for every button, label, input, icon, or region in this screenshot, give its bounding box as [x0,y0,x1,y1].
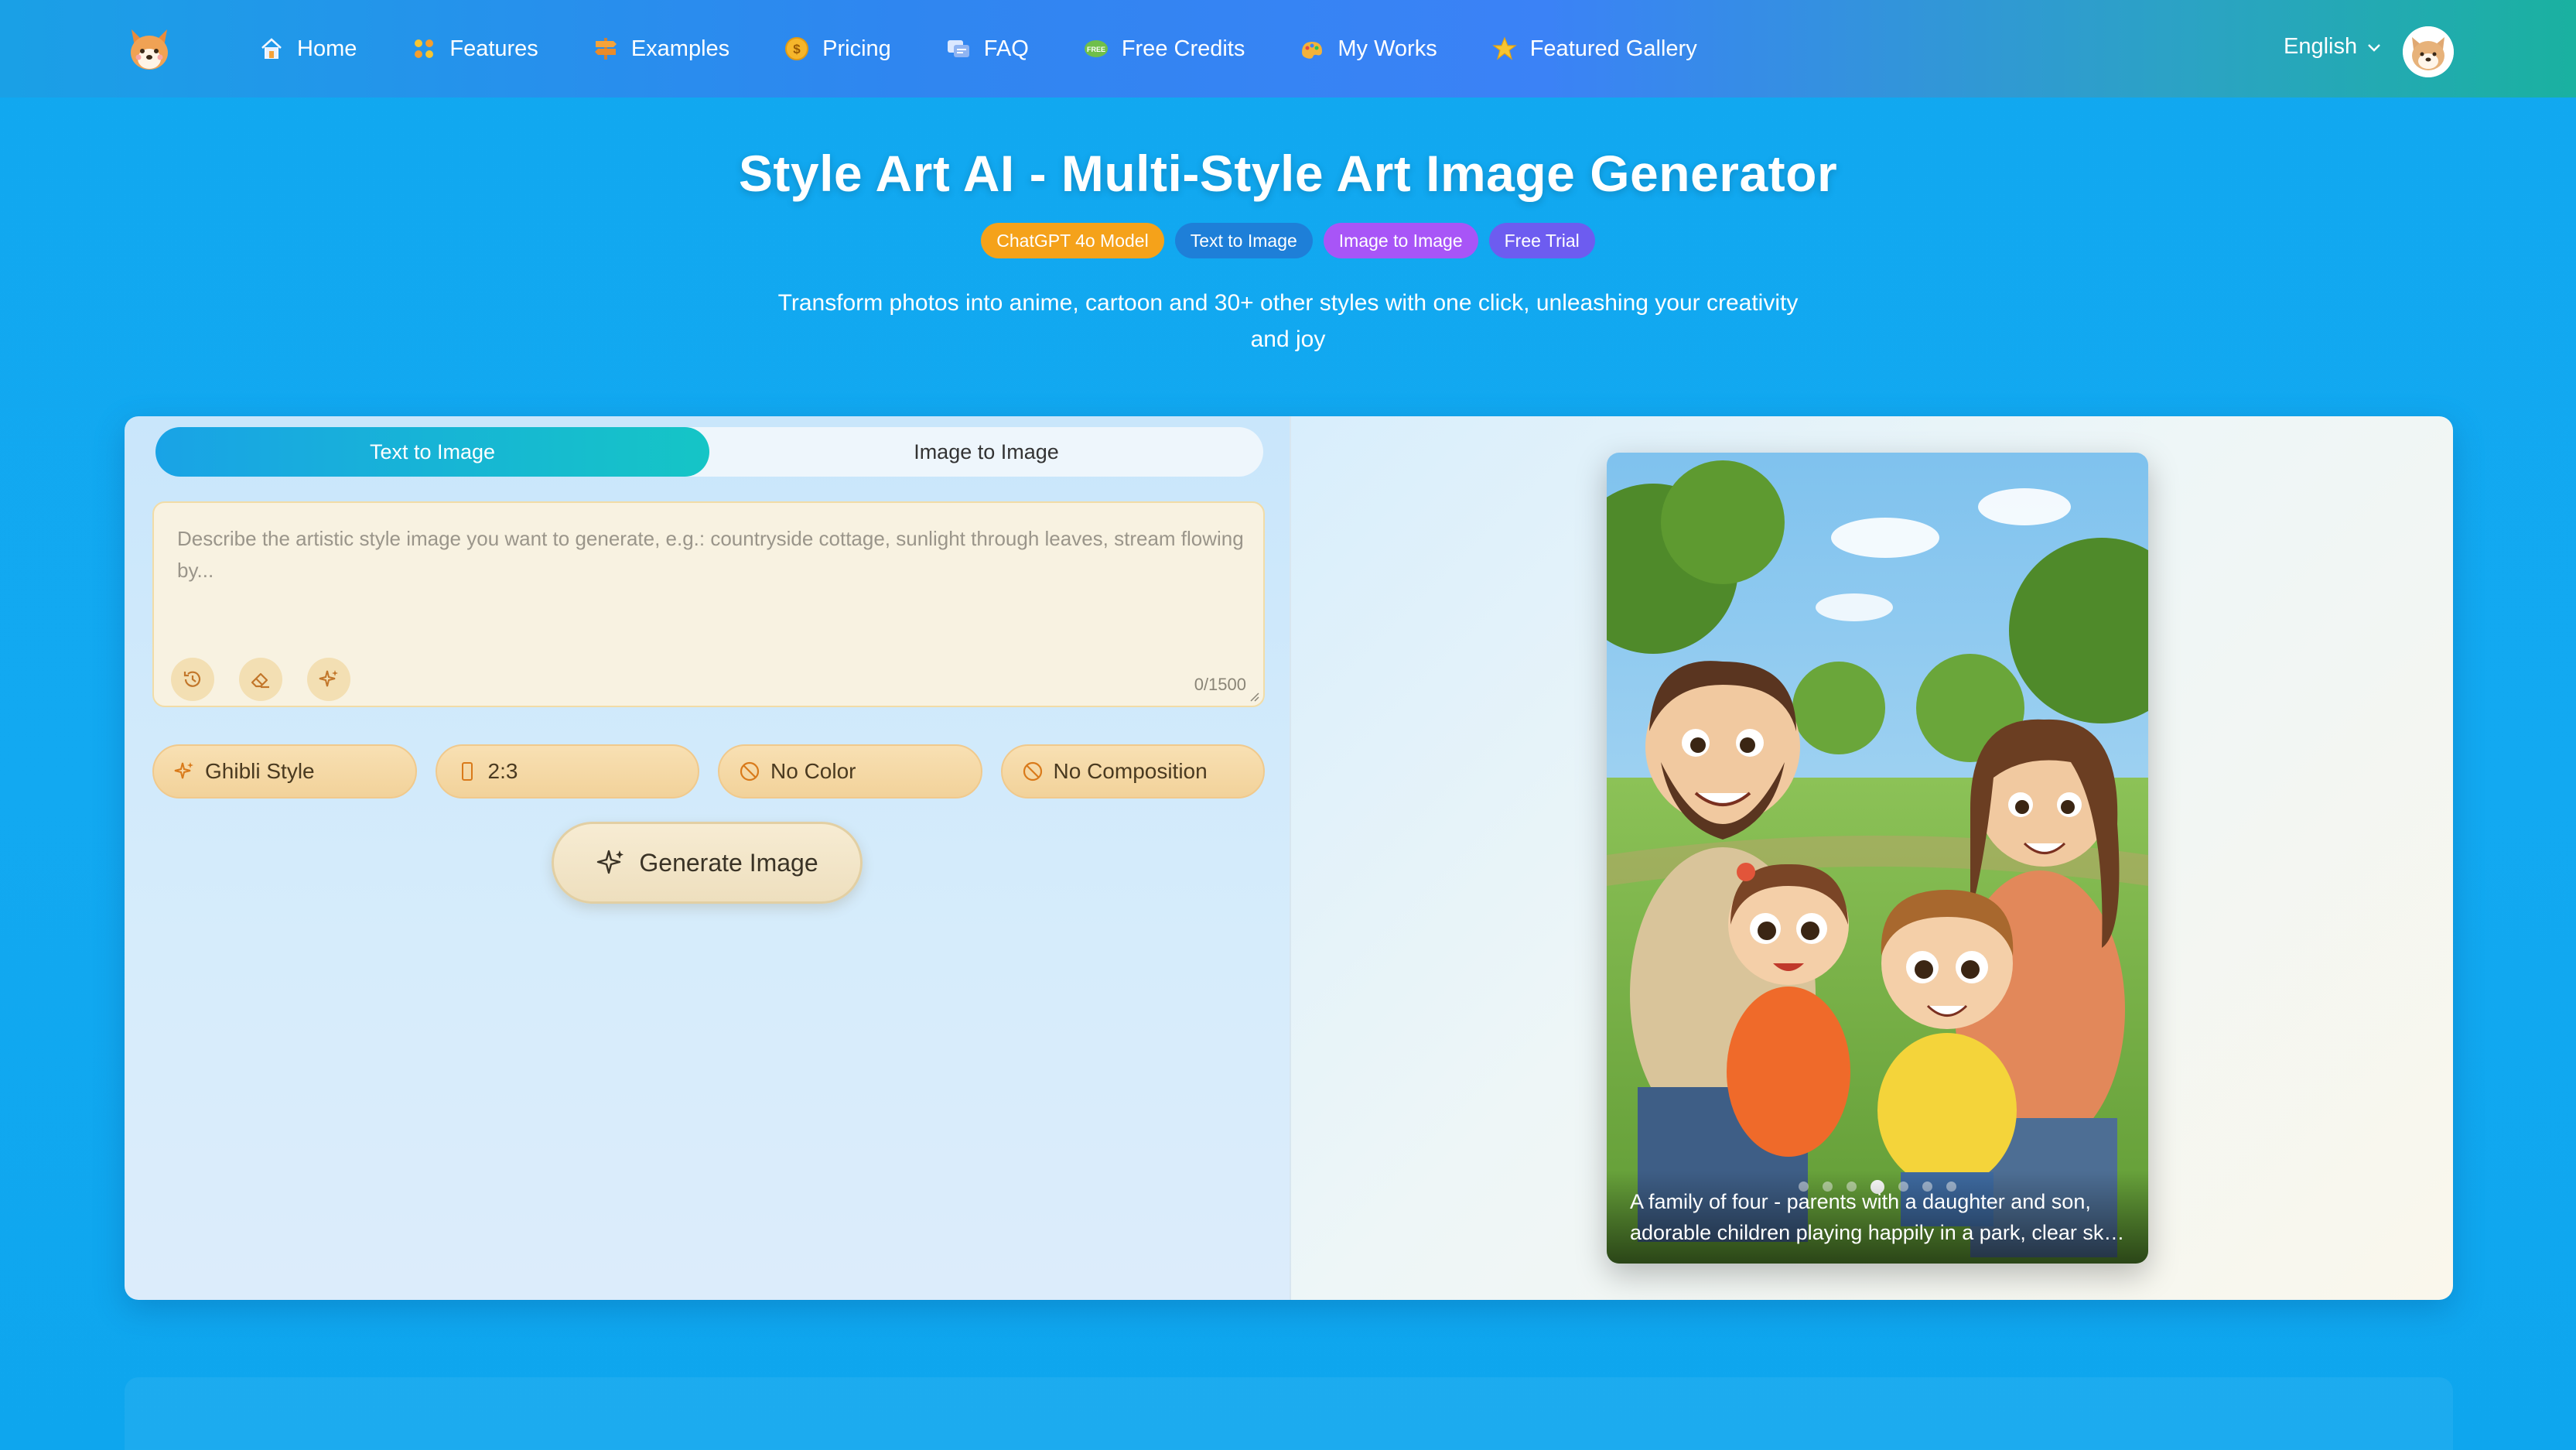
enhance-prompt-button[interactable] [307,658,350,701]
no-composition-icon [1023,761,1042,781]
nav-pricing-label: Pricing [822,36,891,61]
language-selector[interactable]: English [2284,34,2383,60]
generate-image-label: Generate Image [639,848,818,877]
style-select[interactable]: Ghibli Style [152,744,417,799]
history-icon [183,671,201,687]
language-label: English [2284,34,2358,59]
svg-text:FREE: FREE [1087,46,1105,53]
faq-icon [947,40,969,57]
badge-image-to-image: Image to Image [1323,223,1478,258]
palette-icon [1302,42,1323,59]
ratio-value: 2:3 [487,759,518,783]
nav-home-label: Home [297,36,357,61]
grid-icon [415,39,434,58]
eraser-icon [251,672,269,689]
caption-text: A family of four - parents with a daught… [1630,1190,2114,1244]
ratio-select[interactable]: 2:3 [435,744,699,799]
nav-faq[interactable]: FAQ [945,0,1029,97]
composition-value: No Composition [1053,759,1208,783]
nav-my-works-label: My Works [1338,36,1437,61]
preview-panel: A family of four - parents with a daught… [1290,416,2453,1300]
home-icon [261,38,282,59]
chevron-down-icon [2368,43,2381,52]
resize-grip-icon[interactable] [1249,692,1260,703]
generate-image-button[interactable]: Generate Image [552,822,863,904]
tab-text-to-image[interactable]: Text to Image [155,427,709,477]
badge-free-trial: Free Trial [1488,223,1595,258]
generator-panel: Text to Image Image to Image 0/1500 Ghib… [125,416,1290,1300]
nav-examples[interactable]: Examples [593,0,729,97]
nav-featured-gallery-label: Featured Gallery [1529,36,1697,61]
star-icon [1491,36,1517,60]
user-avatar[interactable] [2403,26,2454,77]
shiba-logo-icon[interactable] [124,23,175,74]
clear-button[interactable] [239,658,282,701]
nav-home[interactable]: Home [258,0,357,97]
tab-image-to-image[interactable]: Image to Image [709,427,1263,477]
color-select[interactable]: No Color [718,744,982,799]
top-navbar: Home Features Examples $ Pricing FAQ FRE… [0,0,2576,97]
option-row: Ghibli Style 2:3 No Color No Composition [152,744,1265,799]
example-preview[interactable]: A family of four - parents with a daught… [1607,453,2148,1264]
sparkle-icon [597,850,624,874]
badge-text-to-image: Text to Image [1174,223,1313,258]
nav-pricing[interactable]: $ Pricing [784,0,891,97]
color-value: No Color [770,759,856,783]
nav-my-works[interactable]: My Works [1299,0,1437,97]
signpost-icon [594,38,617,60]
mode-tabs: Text to Image Image to Image [155,427,1263,477]
badge-model: ChatGPT 4o Model [981,223,1164,258]
nav-faq-label: FAQ [983,36,1029,61]
sparkle-icon [174,762,193,779]
prompt-input[interactable] [177,523,1245,631]
no-color-icon [740,761,760,781]
feature-badges: ChatGPT 4o Model Text to Image Image to … [0,223,2576,258]
nav-free-credits[interactable]: FREE Free Credits [1083,0,1245,97]
prompt-box: 0/1500 [152,501,1265,707]
char-counter: 0/1500 [1194,675,1246,694]
example-image [1607,453,2148,1264]
nav-examples-label: Examples [630,36,730,61]
nav-features-label: Features [449,36,538,61]
composition-select[interactable]: No Composition [1000,744,1265,799]
page-title: Style Art AI - Multi-Style Art Image Gen… [738,145,1838,202]
next-section-card [125,1377,2453,1450]
history-button[interactable] [171,658,214,701]
svg-text:$: $ [793,42,801,56]
nav-free-credits-label: Free Credits [1121,36,1245,61]
nav-features[interactable]: Features [411,0,538,97]
nav-featured-gallery[interactable]: Featured Gallery [1491,0,1697,97]
page-subtitle: Transform photos into anime, cartoon and… [777,290,1799,352]
coin-icon: $ [785,37,809,60]
sparkle-icon [319,670,338,687]
image-caption: A family of four - parents with a daught… [1607,1171,2148,1264]
phone-ratio-icon [461,762,473,781]
free-tag-icon: FREE [1084,40,1108,57]
style-value: Ghibli Style [205,759,315,783]
generator-card: Text to Image Image to Image 0/1500 Ghib… [125,416,2453,1300]
